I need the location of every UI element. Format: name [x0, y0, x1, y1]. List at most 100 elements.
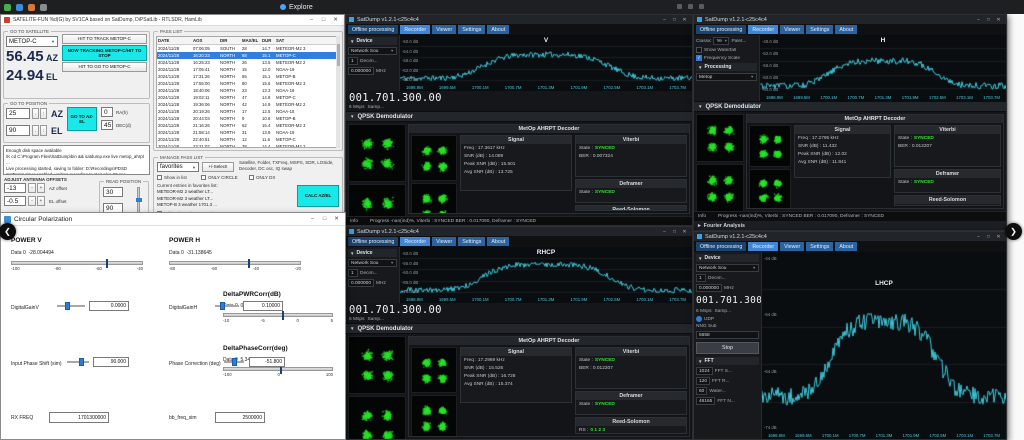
device-section-header[interactable]: ▼Device	[348, 37, 397, 45]
minimize-button[interactable]: –	[660, 16, 669, 23]
samplerate-value[interactable]: 6 Msps	[349, 317, 364, 322]
taskbar-app-icon-1[interactable]	[4, 4, 11, 11]
freq-offset-input[interactable]: 0.000000	[348, 279, 374, 287]
explore-tab[interactable]: Explore	[280, 0, 313, 14]
freq-offset-input[interactable]: 0.000000	[696, 284, 722, 292]
favorites-select[interactable]: favorites▼	[157, 162, 199, 172]
qpsk-section-header[interactable]: ▼QPSK Demodulator	[694, 101, 1006, 112]
phase-corr-value[interactable]: -51.800	[249, 357, 285, 367]
fft-setting-value-3[interactable]: 46165	[696, 397, 715, 405]
menu-button-0[interactable]: Offline processing	[696, 242, 746, 251]
polarization-titlebar[interactable]: Circular Polarization –□✕	[1, 213, 345, 226]
menu-button-2[interactable]: Viewer	[780, 242, 804, 251]
el-offset-plus-button[interactable]: +	[37, 196, 45, 206]
rx-freq-input[interactable]: 1701300000	[49, 412, 109, 423]
menu-button-1[interactable]: Recorder	[748, 25, 778, 34]
menu-button-0[interactable]: Offline processing	[348, 237, 398, 246]
palette-select[interactable]: Ye▼	[713, 37, 729, 45]
close-button[interactable]: ✕	[331, 215, 342, 224]
show-in-list-checkbox[interactable]: Show in list	[157, 175, 187, 180]
phase-shift-slider[interactable]	[67, 358, 89, 366]
fft-setting-value-1[interactable]: 120	[696, 377, 710, 385]
fft-section-header[interactable]: ▼FFT	[696, 357, 759, 365]
el-colon-button[interactable]: :	[40, 125, 47, 136]
menu-button-1[interactable]: Recorder	[748, 242, 778, 251]
tray-icon-3[interactable]	[699, 4, 704, 9]
read-position-slider[interactable]	[137, 187, 140, 215]
track-button[interactable]: HIT TO TRACK METOP-C	[62, 34, 147, 44]
ra-input[interactable]: 0	[101, 107, 113, 117]
maximize-button[interactable]: □	[670, 228, 679, 235]
pass-row-13[interactable]: 2024/11/2822:40:51NORTH1211.6METOP-C	[157, 136, 339, 143]
phase-shift-value[interactable]: 90.000	[93, 357, 129, 367]
maximize-button[interactable]: □	[670, 16, 679, 23]
select-button[interactable]: +/-Select!	[202, 162, 234, 172]
qpsk-section-header[interactable]: ▼QPSK Demodulator	[346, 323, 692, 334]
gain-v-value[interactable]: 0.0000	[89, 301, 129, 311]
show-waterfall-checkbox[interactable]	[696, 47, 702, 53]
close-button[interactable]: ✕	[994, 16, 1003, 23]
decimation-input[interactable]: 1	[348, 57, 358, 65]
udp-radio[interactable]	[696, 316, 702, 322]
pass-row-10[interactable]: 2024/11/2820:44:03NORTH910.8METOP-B	[157, 115, 339, 122]
pass-row-8[interactable]: 2024/11/2819:36:06NORTH4214.9METEOR-M2 2	[157, 101, 339, 108]
pass-row-14[interactable]: 2024/11/2823:21:07NORTH3814.4METEOR-M2 2	[157, 143, 339, 148]
goto-azel-button[interactable]: GO TO AZ-EL	[67, 107, 97, 131]
position-el-input[interactable]: 90	[6, 125, 30, 136]
frequency-display[interactable]: 001.701.300.00	[696, 294, 759, 307]
pass-row-2[interactable]: 2024/11/2816:25:23NORTH2613.5METEOR-M2 2	[157, 59, 339, 66]
pass-list-scrollbar[interactable]	[336, 36, 340, 148]
maximize-button[interactable]: □	[318, 16, 329, 25]
menu-button-4[interactable]: About	[835, 242, 857, 251]
pass-row-9[interactable]: 2024/11/2820:19:26NORTH1712.5NOAA-15	[157, 108, 339, 115]
menu-button-1[interactable]: Recorder	[400, 237, 430, 246]
stop-button[interactable]: Stop	[696, 342, 759, 354]
menu-button-0[interactable]: Offline processing	[348, 25, 398, 34]
status-log[interactable]: Enough disk space available /K cd C:\Pro…	[3, 145, 150, 175]
maximize-button[interactable]: □	[984, 16, 993, 23]
close-button[interactable]: ✕	[680, 228, 689, 235]
goto-satellite-button[interactable]: HIT TO GO TO METOP-C	[62, 62, 147, 72]
pass-row-0[interactable]: 2024/11/2807:06:05SOUTH2814.7METEOR-M2 3	[157, 45, 339, 52]
gain-h-value[interactable]: 0.10000	[243, 301, 283, 311]
samplerate-value[interactable]: 6 Msps	[349, 105, 364, 110]
menu-button-4[interactable]: About	[487, 237, 509, 246]
pass-row-4[interactable]: 2024/11/2817:31:26NORTH5515.1METOP-B	[157, 73, 339, 80]
freq-offset-input[interactable]: 0.000000	[348, 67, 374, 75]
taskbar-app-icon-3[interactable]	[28, 4, 35, 11]
minimize-button[interactable]: –	[660, 228, 669, 235]
pass-row-6[interactable]: 2024/11/2818:40:06NORTH2313.3NOAA-18	[157, 87, 339, 94]
pass-row-7[interactable]: 2024/11/2819:02:11NORTH4714.8METOP-C	[157, 94, 339, 101]
fourier-analysis-header[interactable]: ▸Fourier Analysis	[694, 220, 1006, 230]
pass-row-12[interactable]: 2024/11/2821:58:14NORTH3113.9NOAA-19	[157, 129, 339, 136]
device-section-header[interactable]: ▼Device	[696, 254, 759, 262]
tray-icon-1[interactable]	[677, 4, 682, 9]
carousel-next-button[interactable]: ❯	[1005, 223, 1022, 240]
tracking-status-button[interactable]: NOW TRACKING METOP-C/HIT TO STOP	[62, 45, 147, 61]
menu-button-1[interactable]: Recorder	[400, 25, 430, 34]
frequency-scale-checkbox[interactable]: ✓	[696, 55, 702, 61]
az-dot-button[interactable]: .	[32, 108, 39, 119]
qpsk-section-header[interactable]: ▼QPSK Demodulator	[346, 111, 692, 122]
taskbar-app-icon-4[interactable]	[40, 4, 47, 11]
maximize-button[interactable]: □	[319, 215, 330, 224]
phase-corr-slider[interactable]	[224, 358, 244, 366]
satellite-select[interactable]: METOP-C▼	[6, 36, 58, 47]
frequency-display[interactable]: 001.701.300.00	[346, 91, 692, 105]
close-button[interactable]: ✕	[994, 233, 1003, 240]
el-offset-input[interactable]: -0.5	[4, 196, 26, 206]
fft-spectrum[interactable]: V -50.0 dB-54.0 dB-58.0 dB-62.0 dB-66.0 …	[400, 35, 692, 91]
bb-freq-input[interactable]: 2500000	[215, 412, 265, 423]
samplerate-value[interactable]: 6 Msps	[696, 309, 711, 314]
only-circle-checkbox[interactable]: ONLY CIRCLE	[201, 175, 238, 180]
titlebar[interactable]: SatDump v1.2.1-c25c4c4 –□✕	[346, 227, 692, 236]
az-offset-minus-button[interactable]: -	[28, 183, 36, 193]
az-colon-button[interactable]: :	[40, 108, 47, 119]
port-input[interactable]: 5658	[696, 331, 759, 339]
decimation-input[interactable]: 1	[696, 274, 706, 282]
el-offset-minus-button[interactable]: -	[28, 196, 36, 206]
pass-row-5[interactable]: 2024/11/2817:55:00NORTH8015.6METEOR-M2 3	[157, 80, 339, 87]
decimation-input[interactable]: 1	[348, 269, 358, 277]
frequency-display[interactable]: 001.701.300.00	[346, 303, 692, 317]
taskbar-app-icon-2[interactable]	[16, 4, 23, 11]
